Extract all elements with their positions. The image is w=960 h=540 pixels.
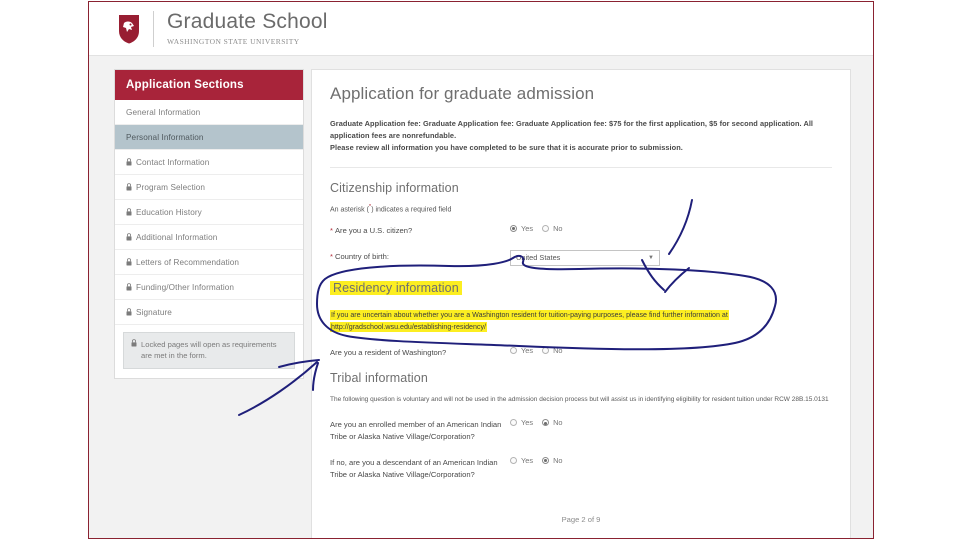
citizenship-heading: Citizenship information — [330, 180, 459, 195]
radio-label-no: No — [553, 455, 563, 465]
radio-dot-yes[interactable] — [510, 346, 517, 354]
sidebar-item-letters-of-recommendation[interactable]: Letters of Recommendation — [115, 250, 303, 275]
header-divider — [153, 10, 154, 47]
lock-icon — [131, 339, 137, 347]
chevron-down-icon: ▼ — [648, 254, 654, 261]
label-us-citizen-text: Are you a U.S. citizen? — [334, 225, 413, 235]
radio-dot-yes[interactable] — [510, 456, 517, 464]
radio-tribal-descendant-no[interactable]: No — [542, 455, 563, 465]
lock-icon — [126, 308, 132, 316]
tribal-heading: Tribal information — [330, 371, 428, 386]
label-tribal-member: Are you an enrolled member of an America… — [330, 420, 502, 442]
radio-group-wa-resident[interactable]: Yes No — [510, 346, 563, 355]
field-row-us-citizen: * Are you a U.S. citizen? Yes No — [330, 224, 832, 237]
sidebar-locked-note: Locked pages will open as requirements a… — [123, 332, 295, 369]
site-title: Graduate School — [167, 10, 328, 34]
field-row-tribal-member: Are you an enrolled member of an America… — [330, 418, 832, 443]
radio-group-us-citizen[interactable]: Yes No — [510, 224, 563, 233]
asterisk-note-pre: An asterisk ( — [330, 205, 369, 213]
fee-notice: Graduate Application fee: Graduate Appli… — [330, 118, 832, 168]
lock-icon — [126, 283, 132, 291]
label-tribal-descendant: If no, are you a descendant of an Americ… — [330, 457, 498, 479]
country-of-birth-select[interactable]: United States ▼ — [510, 249, 660, 266]
sidebar-item-program-selection[interactable]: Program Selection — [115, 175, 303, 200]
sidebar-item-label: General Information — [126, 107, 201, 117]
label-us-citizen: * Are you a U.S. citizen? — [330, 224, 510, 237]
fee-line-2: Please review all information you have c… — [330, 143, 683, 153]
radio-label-yes: Yes — [521, 455, 534, 465]
site-subtitle: WASHINGTON STATE UNIVERSITY — [167, 36, 300, 46]
radio-us-citizen-no[interactable]: No — [542, 223, 563, 233]
radio-wa-resident-yes[interactable]: Yes — [510, 346, 533, 355]
residency-heading: Residency information — [330, 280, 462, 295]
radio-group-tribal-member[interactable]: Yes No — [510, 418, 563, 427]
sidebar-item-label: Personal Information — [126, 132, 204, 142]
sidebar-item-label: Signature — [136, 307, 172, 317]
radio-tribal-member-no[interactable]: No — [542, 418, 563, 428]
country-of-birth-value: United States — [516, 253, 561, 263]
field-row-wa-resident: Are you a resident of Washington? Yes No — [330, 346, 832, 359]
fee-line-1: Graduate Application fee: Graduate Appli… — [330, 119, 814, 141]
radio-label-yes: Yes — [521, 223, 534, 233]
sidebar-item-label: Letters of Recommendation — [136, 257, 240, 267]
radio-tribal-descendant-yes[interactable]: Yes — [510, 456, 533, 465]
lock-icon — [126, 258, 132, 266]
radio-dot-no[interactable] — [542, 224, 550, 232]
radio-label-yes: Yes — [521, 345, 534, 355]
lock-icon — [126, 233, 132, 241]
label-country-text: Country of birth: — [334, 251, 389, 261]
sidebar-heading: Application Sections — [115, 70, 303, 100]
residency-note: If you are uncertain about whether you a… — [330, 309, 780, 334]
sidebar-item-funding-other-information[interactable]: Funding/Other Information — [115, 275, 303, 300]
sidebar-item-personal-information[interactable]: Personal Information — [115, 125, 303, 150]
slide-frame: Graduate School WASHINGTON STATE UNIVERS… — [88, 1, 874, 539]
radio-group-tribal-descendant[interactable]: Yes No — [510, 456, 563, 465]
lock-icon — [126, 208, 132, 216]
residency-note-text: If you are uncertain about whether you a… — [330, 309, 729, 320]
sidebar-item-contact-information[interactable]: Contact Information — [115, 150, 303, 175]
radio-us-citizen-yes[interactable]: Yes — [510, 224, 533, 233]
screenshot-canvas: Graduate School WASHINGTON STATE UNIVERS… — [0, 0, 960, 540]
radio-tribal-member-yes[interactable]: Yes — [510, 418, 533, 427]
sidebar-item-general-information[interactable]: General Information — [115, 100, 303, 125]
sidebar-item-label: Contact Information — [136, 157, 210, 167]
radio-label-no: No — [553, 418, 563, 428]
sidebar-item-label: Program Selection — [136, 182, 206, 192]
site-header: Graduate School WASHINGTON STATE UNIVERS… — [89, 2, 873, 56]
radio-dot-no[interactable] — [542, 456, 550, 464]
field-row-tribal-descendant: If no, are you a descendant of an Americ… — [330, 456, 832, 481]
sidebar-item-signature[interactable]: Signature — [115, 300, 303, 325]
sidebar-item-label: Funding/Other Information — [136, 282, 235, 292]
lock-icon — [126, 158, 132, 166]
tribal-note: The following question is voluntary and … — [330, 396, 829, 404]
page-number-footer: Page 2 of 9 — [561, 515, 601, 524]
label-wa-resident: Are you a resident of Washington? — [330, 347, 447, 357]
asterisk-note-post: ) indicates a required field — [371, 205, 452, 213]
label-country-of-birth: * Country of birth: — [330, 250, 510, 263]
application-form-panel: Application for graduate admission Gradu… — [311, 69, 851, 538]
page-body: Application Sections General Information… — [89, 56, 873, 538]
radio-wa-resident-no[interactable]: No — [542, 345, 563, 355]
radio-dot-no[interactable] — [542, 346, 550, 354]
field-row-country-of-birth: * Country of birth: United States ▼ — [330, 249, 832, 266]
wsu-cougar-shield-icon — [119, 14, 139, 43]
radio-dot-yes[interactable] — [510, 419, 517, 427]
application-sections-sidebar: Application Sections General Information… — [114, 69, 304, 379]
sidebar-item-education-history[interactable]: Education History — [115, 200, 303, 225]
page-title: Application for graduate admission — [330, 84, 595, 103]
sidebar-note-text: Locked pages will open as requirements a… — [141, 340, 277, 361]
required-field-note: An asterisk (*) indicates a required fie… — [330, 204, 832, 213]
sidebar-item-label: Education History — [136, 207, 202, 217]
radio-dot-no[interactable] — [542, 419, 550, 427]
required-asterisk: * — [330, 251, 333, 261]
residency-note-url[interactable]: http://gradschool.wsu.edu/establishing-r… — [330, 322, 487, 333]
sidebar-item-label: Additional Information — [136, 232, 218, 242]
lock-icon — [126, 183, 132, 191]
radio-dot-yes[interactable] — [510, 224, 517, 232]
radio-label-no: No — [553, 223, 563, 233]
radio-label-yes: Yes — [521, 418, 534, 428]
sidebar-item-additional-information[interactable]: Additional Information — [115, 225, 303, 250]
radio-label-no: No — [553, 345, 563, 355]
required-asterisk: * — [330, 225, 333, 235]
